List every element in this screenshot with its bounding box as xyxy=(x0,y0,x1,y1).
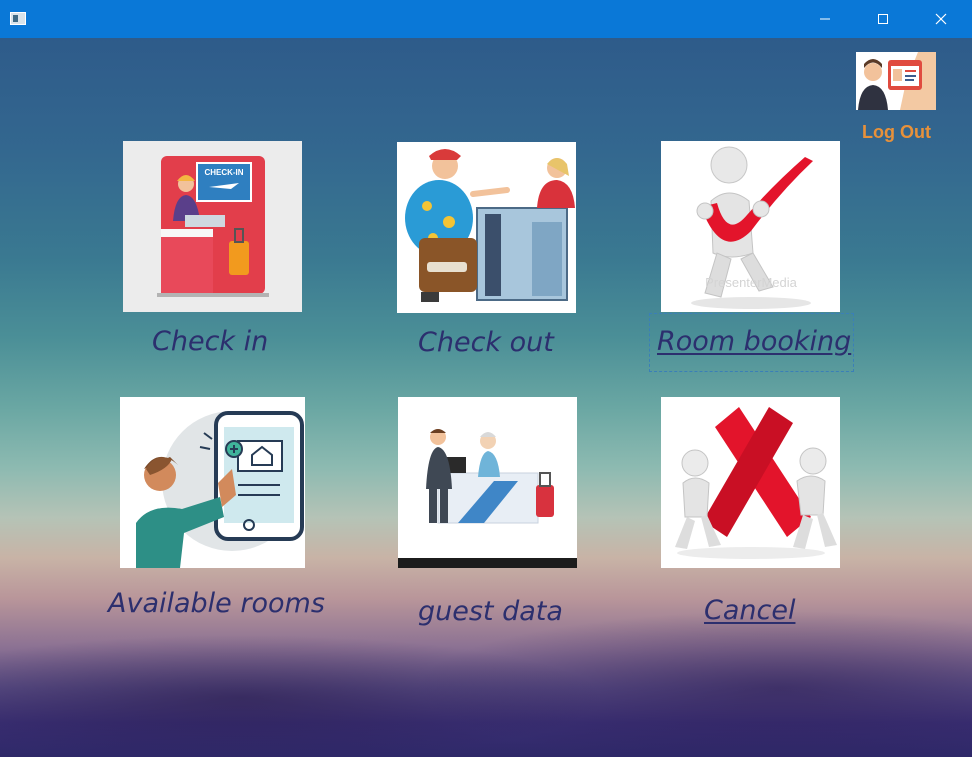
guest-data-label[interactable]: guest data xyxy=(418,598,563,625)
check-in-tile[interactable]: CHECK-IN xyxy=(123,141,302,312)
cancel-label[interactable]: Cancel xyxy=(704,597,795,624)
available-rooms-tile[interactable] xyxy=(120,397,305,568)
maximize-button[interactable] xyxy=(854,0,912,38)
svg-text:CHECK-IN: CHECK-IN xyxy=(204,168,243,177)
maximize-icon xyxy=(878,14,888,24)
check-out-counter-image xyxy=(397,142,576,313)
app-icon xyxy=(10,12,26,25)
reception-desk-image xyxy=(398,397,577,568)
cancel-tile[interactable] xyxy=(661,397,840,568)
logout-button[interactable] xyxy=(856,52,936,110)
minimize-button[interactable] xyxy=(796,0,854,38)
guest-data-tile[interactable] xyxy=(398,397,577,568)
cross-figure-image xyxy=(661,397,840,568)
main-menu-panel: Log Out CHECK-IN Check in Check out Pres… xyxy=(0,38,972,757)
check-in-counter-image: CHECK-IN xyxy=(123,141,302,312)
room-booking-label[interactable]: Room booking xyxy=(657,328,851,355)
checkmark-figure-image: PresenterMedia xyxy=(661,141,840,312)
close-icon xyxy=(935,13,947,25)
close-button[interactable] xyxy=(912,0,970,38)
available-rooms-label[interactable]: Available rooms xyxy=(108,590,325,617)
phone-booking-image xyxy=(120,397,305,568)
room-booking-tile[interactable]: PresenterMedia xyxy=(661,141,840,312)
minimize-icon xyxy=(820,18,830,20)
id-badge-icon xyxy=(856,52,936,110)
svg-text:PresenterMedia: PresenterMedia xyxy=(705,275,798,290)
check-in-label[interactable]: Check in xyxy=(152,328,268,355)
check-out-label[interactable]: Check out xyxy=(418,329,554,356)
logout-label[interactable]: Log Out xyxy=(862,122,931,143)
check-out-tile[interactable] xyxy=(397,142,576,313)
title-bar xyxy=(0,0,972,38)
